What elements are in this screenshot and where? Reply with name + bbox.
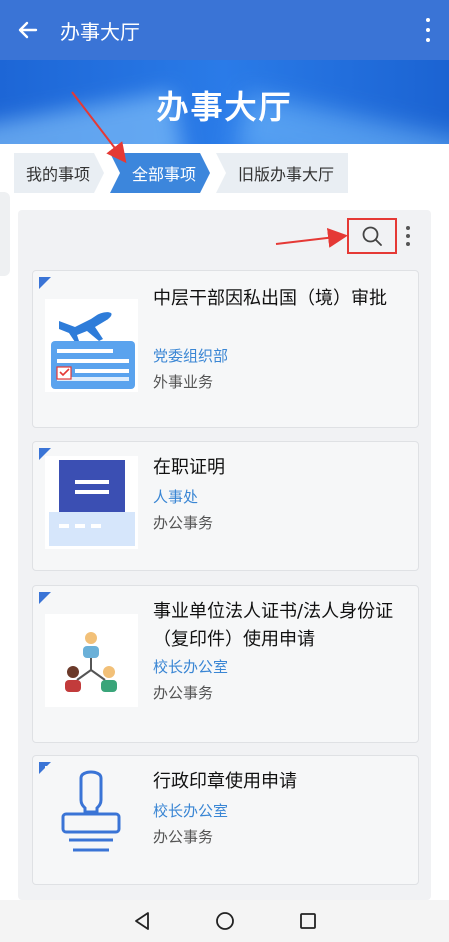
banner-title: 办事大厅 xyxy=(156,88,293,126)
search-button[interactable] xyxy=(347,218,397,254)
tab-all-items[interactable]: 全部事项 xyxy=(110,153,210,193)
stamp-icon xyxy=(45,766,138,859)
service-department[interactable]: 校长办公室 xyxy=(153,800,228,821)
circle-home-icon[interactable] xyxy=(214,910,236,932)
back-button[interactable] xyxy=(0,0,56,60)
service-department[interactable]: 党委组织部 xyxy=(153,345,228,366)
arrow-left-icon xyxy=(18,21,38,39)
more-vert-icon xyxy=(426,18,430,22)
panel-more-button[interactable] xyxy=(406,226,410,246)
hero-banner: 办事大厅 xyxy=(0,60,449,144)
app-bar: 办事大厅 xyxy=(0,0,449,60)
service-department[interactable]: 人事处 xyxy=(153,486,198,507)
side-drawer-handle[interactable] xyxy=(0,192,10,276)
document-certificate-icon xyxy=(45,456,138,549)
service-card[interactable]: 行政印章使用申请 校长办公室 办公事务 xyxy=(32,755,419,885)
service-name: 在职证明 xyxy=(153,457,225,478)
airplane-form-icon xyxy=(45,299,138,392)
tab-my-items[interactable]: 我的事项 xyxy=(14,153,104,193)
service-category: 办公事务 xyxy=(153,828,214,846)
square-recents-icon[interactable] xyxy=(297,910,319,932)
corner-marker xyxy=(39,277,51,289)
service-category: 外事业务 xyxy=(153,373,214,391)
service-category: 办公事务 xyxy=(153,514,214,532)
service-name: 行政印章使用申请 xyxy=(153,771,297,792)
people-network-icon xyxy=(45,614,138,707)
app-title: 办事大厅 xyxy=(60,19,140,44)
triangle-back-icon[interactable] xyxy=(131,910,153,932)
service-card[interactable]: 中层干部因私出国（境）审批 党委组织部 外事业务 xyxy=(32,270,419,428)
breadcrumb-tabs: 我的事项 全部事项 旧版办事大厅 xyxy=(14,153,349,193)
search-icon xyxy=(362,226,382,246)
service-name: 事业单位法人证书/法人身份证（复印件）使用申请 xyxy=(153,601,394,650)
service-card[interactable]: 事业单位法人证书/法人身份证（复印件）使用申请 校长办公室 办公事务 xyxy=(32,585,419,743)
app-menu-button[interactable] xyxy=(425,18,431,42)
corner-marker xyxy=(39,592,51,604)
tab-legacy-hall[interactable]: 旧版办事大厅 xyxy=(216,153,349,193)
more-vert-icon xyxy=(406,226,410,230)
service-name: 中层干部因私出国（境）审批 xyxy=(153,288,387,309)
system-nav-bar xyxy=(0,900,449,942)
service-card[interactable]: 在职证明 人事处 办公事务 xyxy=(32,441,419,571)
service-department[interactable]: 校长办公室 xyxy=(153,656,228,677)
service-category: 办公事务 xyxy=(153,684,214,702)
